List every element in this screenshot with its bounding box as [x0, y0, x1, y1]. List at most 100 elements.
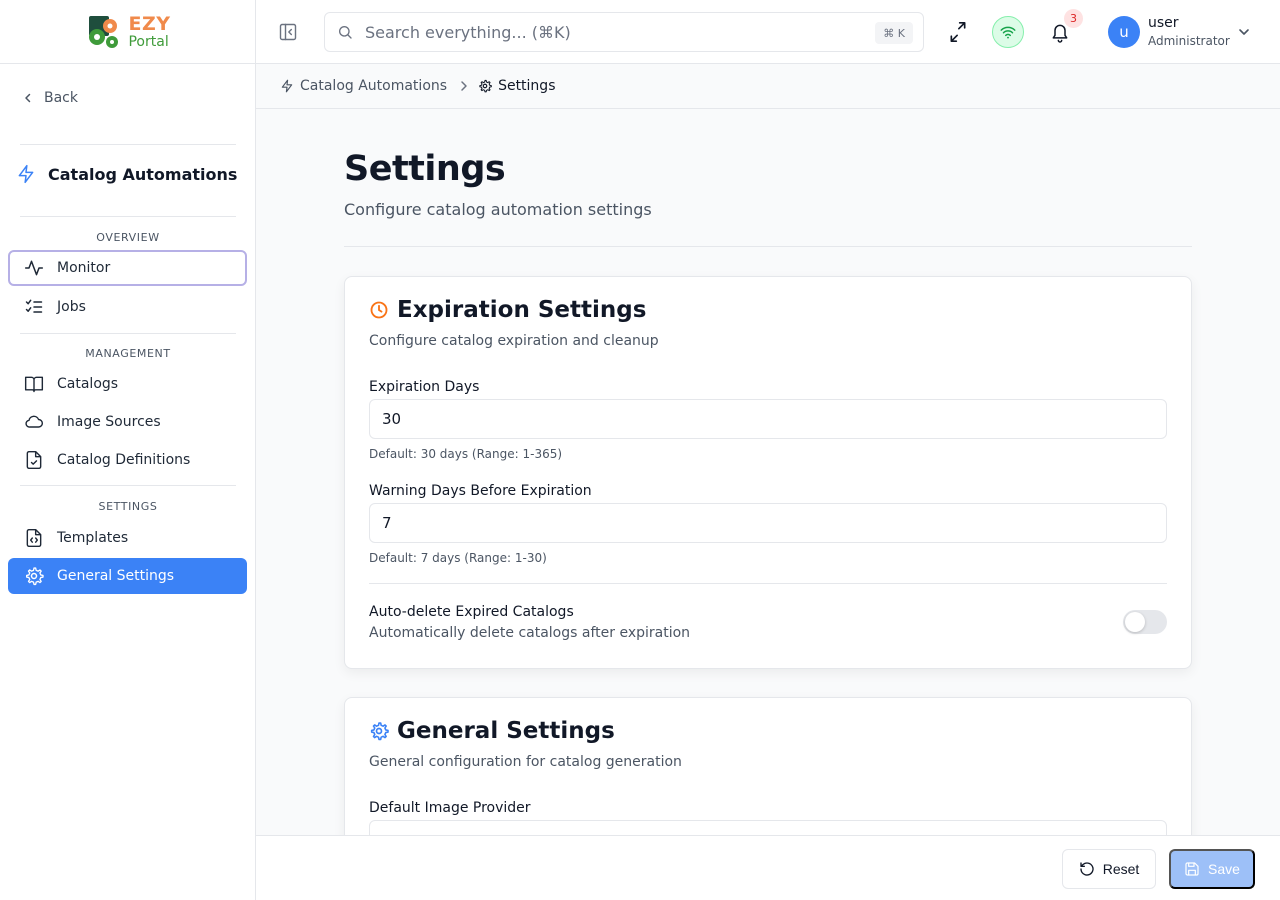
lightning-icon — [18, 164, 34, 184]
warning-days-label: Warning Days Before Expiration — [369, 483, 592, 499]
expand-icon — [950, 22, 966, 42]
app-logo[interactable]: EZY Portal — [84, 12, 170, 52]
sidebar-item-catalogs[interactable]: Catalogs — [8, 366, 247, 402]
card-subtitle: Configure catalog expiration and cleanup — [369, 333, 659, 349]
sidebar-divider — [20, 333, 236, 334]
sidebar-divider — [20, 216, 236, 217]
auto-delete-description: Automatically delete catalogs after expi… — [369, 625, 691, 641]
card-title-text: General Settings — [397, 718, 615, 744]
sidebar-item-image-sources[interactable]: Image Sources — [8, 404, 247, 440]
sidebar-section-title: Catalog Automations — [16, 164, 237, 184]
reset-button-label: Reset — [1102, 861, 1140, 877]
breadcrumb-current: Settings — [478, 78, 555, 94]
expiration-settings-card: Expiration Settings Configure catalog ex… — [344, 276, 1192, 669]
breadcrumb-current-label: Settings — [498, 78, 556, 94]
gear-icon — [479, 79, 492, 93]
sidebar-item-catalog-definitions[interactable]: Catalog Definitions — [8, 442, 247, 478]
default-image-provider-label: Default Image Provider — [369, 800, 531, 816]
avatar[interactable]: u — [1108, 16, 1140, 48]
breadcrumb-parent-label: Catalog Automations — [300, 78, 448, 94]
group-label-settings: SETTINGS — [98, 500, 158, 513]
sidebar-item-label: Templates — [57, 530, 129, 546]
action-bar: Reset Save — [256, 835, 1280, 900]
connection-status-button[interactable] — [992, 16, 1024, 48]
search-input[interactable] — [365, 22, 845, 42]
card-title-text: Expiration Settings — [397, 297, 647, 323]
breadcrumb-parent[interactable]: Catalog Automations — [280, 78, 447, 94]
user-menu[interactable]: user Administrator — [1148, 15, 1230, 48]
expiration-days-label: Expiration Days — [369, 379, 480, 395]
back-link[interactable]: Back — [22, 90, 78, 106]
card-divider — [369, 583, 1167, 584]
sidebar-item-label: Catalogs — [57, 376, 119, 392]
page-title: Settings — [344, 149, 506, 189]
page-subtitle: Configure catalog automation settings — [344, 200, 652, 219]
user-role: Administrator — [1148, 33, 1230, 48]
logo-gears-icon — [89, 15, 119, 48]
sidebar: EZY Portal Back Catalog Automations OVER… — [0, 0, 256, 900]
search-icon — [339, 26, 352, 39]
user-name: user — [1148, 15, 1179, 31]
card-title: Expiration Settings — [369, 297, 646, 323]
group-label-management: MANAGEMENT — [85, 347, 171, 360]
cloud-icon — [25, 415, 44, 428]
card-title: General Settings — [369, 718, 615, 744]
gear-icon — [26, 567, 44, 586]
notification-count-badge: 3 — [1064, 9, 1083, 28]
logo-primary-text: EZY — [128, 12, 171, 35]
sidebar-item-label: Jobs — [57, 299, 86, 315]
reset-button[interactable]: Reset — [1062, 849, 1156, 889]
logo-area: EZY Portal — [0, 0, 255, 64]
rotate-ccw-icon — [1080, 862, 1094, 876]
auto-delete-toggle[interactable] — [1123, 610, 1167, 634]
toggle-knob — [1125, 612, 1145, 632]
logo-secondary-text: Portal — [128, 33, 169, 50]
back-label: Back — [44, 90, 78, 106]
page-divider — [344, 246, 1192, 247]
fullscreen-button[interactable] — [948, 16, 968, 48]
default-image-provider-select[interactable] — [369, 820, 1167, 835]
sidebar-divider — [20, 485, 236, 486]
gear-icon — [370, 722, 389, 741]
breadcrumb: Catalog Automations Settings — [256, 64, 1280, 109]
group-label-overview: OVERVIEW — [96, 231, 160, 244]
sidebar-item-general-settings[interactable]: General Settings — [8, 558, 247, 594]
expiration-days-input[interactable] — [369, 399, 1167, 439]
book-open-icon — [24, 376, 44, 393]
sidebar-item-label: Image Sources — [57, 414, 161, 430]
sidebar-toggle-button[interactable] — [278, 22, 298, 42]
sidebar-item-label: Monitor — [57, 260, 111, 276]
chevron-down-icon — [1239, 29, 1249, 35]
search-shortcut-hint: ⌘ K — [875, 22, 913, 44]
sidebar-item-jobs[interactable]: Jobs — [8, 289, 247, 325]
panel-left-icon — [279, 23, 297, 41]
sidebar-item-label: General Settings — [57, 568, 175, 584]
section-title-text: Catalog Automations — [48, 164, 238, 184]
user-menu-toggle[interactable] — [1237, 25, 1251, 39]
activity-icon — [24, 260, 44, 276]
save-button[interactable]: Save — [1169, 849, 1255, 889]
top-header: ⌘ K 3 u user Administrator — [256, 0, 1280, 64]
main-content: Settings Configure catalog automation se… — [256, 109, 1280, 835]
sidebar-item-monitor[interactable]: Monitor — [8, 250, 247, 286]
chevron-right-icon — [461, 81, 467, 91]
global-search[interactable]: ⌘ K — [324, 12, 924, 52]
save-icon — [1185, 862, 1199, 876]
expiration-days-hint: Default: 30 days (Range: 1-365) — [369, 447, 563, 461]
file-check-icon — [26, 450, 42, 470]
card-subtitle: General configuration for catalog genera… — [369, 754, 682, 770]
wifi-icon — [1000, 26, 1016, 39]
chevron-left-icon — [25, 93, 31, 103]
save-button-label: Save — [1208, 861, 1240, 877]
file-code-icon — [26, 528, 42, 548]
clock-icon — [370, 301, 388, 319]
warning-days-hint: Default: 7 days (Range: 1-30) — [369, 551, 547, 565]
general-settings-card: General Settings General configuration f… — [344, 697, 1192, 835]
sidebar-item-label: Catalog Definitions — [57, 452, 191, 468]
warning-days-input[interactable] — [369, 503, 1167, 543]
sidebar-divider — [20, 144, 236, 145]
sidebar-item-templates[interactable]: Templates — [8, 520, 247, 556]
lightning-icon — [281, 79, 293, 93]
list-checks-icon — [25, 299, 43, 313]
auto-delete-label: Auto-delete Expired Catalogs — [369, 604, 574, 620]
